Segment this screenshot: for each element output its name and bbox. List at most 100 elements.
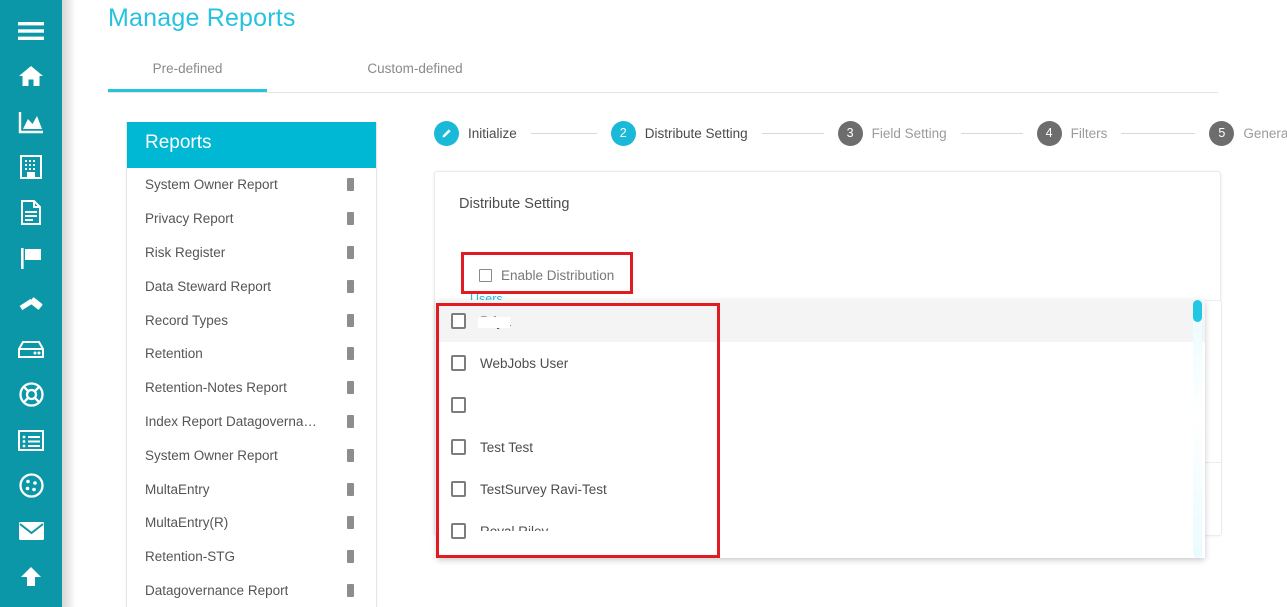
wizard-step-label: Filters [1070, 125, 1108, 141]
wizard-step-initialize[interactable]: Initialize [434, 120, 517, 146]
wizard-step-connector [1121, 132, 1196, 134]
user-list-item[interactable]: Priya [437, 300, 1205, 342]
reports-list-title: Reports [127, 122, 376, 168]
wizard-step-label: Distribute Setting [644, 125, 748, 141]
report-item-label: Record Types [145, 312, 229, 328]
wizard-step-number: 4 [1036, 120, 1062, 146]
user-list-item[interactable]: Royal Riley [437, 510, 1205, 552]
wizard-step-filters[interactable]: 4 Filters [1036, 120, 1108, 146]
report-list-item[interactable]: System Owner Report [127, 438, 376, 472]
user-name-label: Royal Riley [476, 523, 553, 545]
envelope-icon[interactable] [0, 509, 62, 555]
trash-icon[interactable] [347, 583, 354, 597]
user-checkbox[interactable] [451, 523, 466, 539]
report-list-item[interactable]: Retention-Notes Report [127, 371, 376, 405]
home-icon[interactable] [0, 54, 62, 100]
cookie-icon[interactable] [0, 463, 62, 509]
report-item-label: Retention-Notes Report [145, 380, 287, 396]
tab-custom-defined[interactable]: Custom-defined [335, 58, 495, 92]
report-list-item[interactable]: Retention-STG [127, 540, 376, 574]
user-checkbox[interactable] [451, 397, 466, 413]
trash-icon[interactable] [347, 178, 354, 192]
archive-icon[interactable] [0, 327, 62, 373]
user-name-label: Priya [478, 313, 511, 329]
report-item-label: Privacy Report [145, 211, 234, 227]
report-list-item[interactable]: Index Report Datagoverna… [127, 405, 376, 439]
wizard-step-distribute-setting[interactable]: 2 Distribute Setting [610, 120, 748, 146]
report-item-label: Retention-STG [145, 549, 236, 565]
enable-distribution-row[interactable]: Enable Distribution [479, 268, 614, 283]
report-item-label: Data Steward Report [145, 278, 272, 294]
tab-pre-defined[interactable]: Pre-defined [108, 58, 267, 92]
report-item-label: MultaEntry [145, 481, 210, 497]
trash-icon[interactable] [347, 212, 354, 226]
report-list-item[interactable]: Data Steward Report [127, 269, 376, 303]
report-list-item[interactable]: Retention [127, 337, 376, 371]
rail-shadow [62, 0, 76, 607]
trash-icon[interactable] [347, 414, 354, 428]
trash-icon[interactable] [347, 313, 354, 327]
wizard-step-label: Field Setting [871, 125, 947, 141]
enable-distribution-checkbox[interactable] [479, 269, 492, 282]
lifebuoy-icon[interactable] [0, 372, 62, 418]
user-checkbox[interactable] [451, 313, 466, 329]
users-dropdown-scrollbar-thumb[interactable] [1193, 300, 1202, 322]
panel-title: Distribute Setting [459, 196, 570, 212]
report-item-label: Datagovernance Report [145, 582, 289, 598]
document-icon[interactable] [0, 190, 62, 236]
wizard-step-number: 5 [1209, 120, 1235, 146]
reports-list: System Owner Report Privacy Report Risk Re… [127, 168, 376, 607]
report-item-label: MultaEntry(R) [145, 515, 229, 531]
left-nav-rail [0, 0, 62, 607]
users-dropdown-scrollbar-track[interactable] [1193, 300, 1202, 558]
trash-icon[interactable] [347, 550, 354, 564]
wizard-step-number: 3 [837, 120, 863, 146]
report-item-label: Risk Register [145, 244, 226, 260]
flag-icon[interactable] [0, 236, 62, 282]
page-title: Manage Reports [108, 4, 296, 32]
wizard-step-connector [960, 132, 1023, 134]
user-name-label: WebJobs User [480, 355, 569, 371]
user-name-label: Test Test [480, 439, 534, 455]
report-list-item[interactable]: Record Types [127, 303, 376, 337]
report-list-item[interactable]: MultaEntry(R) [127, 506, 376, 540]
building-icon[interactable] [0, 145, 62, 191]
chart-area-icon[interactable] [0, 99, 62, 145]
user-list-item[interactable]: TestSurvey Ravi-Test [437, 468, 1205, 510]
report-list-item[interactable]: Privacy Report [127, 202, 376, 236]
wizard-step-label: Generate [1243, 125, 1287, 141]
user-checkbox[interactable] [451, 481, 466, 497]
report-item-label: System Owner Report [145, 447, 278, 463]
wizard-step-connector [530, 132, 597, 134]
trash-icon[interactable] [347, 516, 354, 530]
gavel-icon[interactable] [0, 281, 62, 327]
wizard-step-generate[interactable]: 5 Generate [1209, 120, 1287, 146]
report-list-item[interactable]: Datagovernance Report [127, 574, 376, 607]
list-card-icon[interactable] [0, 418, 62, 464]
user-list-item[interactable]: WebJobs User [437, 342, 1205, 384]
upload-icon[interactable] [0, 554, 62, 600]
report-item-label: Retention [145, 346, 203, 362]
trash-icon[interactable] [347, 448, 354, 462]
report-list-item[interactable]: MultaEntry [127, 472, 376, 506]
report-list-item[interactable]: Risk Register [127, 236, 376, 270]
trash-icon[interactable] [347, 347, 354, 361]
menu-icon[interactable] [0, 8, 62, 54]
report-list-item[interactable]: System Owner Report [127, 168, 376, 202]
app-root: Manage Reports Pre-defined Custom-define… [0, 0, 1287, 607]
trash-icon[interactable] [347, 245, 354, 259]
trash-icon[interactable] [347, 279, 354, 293]
pencil-icon [434, 120, 459, 146]
user-checkbox[interactable] [451, 439, 466, 455]
trash-icon[interactable] [347, 482, 354, 496]
users-dropdown[interactable]: Priya WebJobs User Test Test TestSurvey Rav… [437, 300, 1205, 558]
user-list-item[interactable]: Test Test [437, 426, 1205, 468]
users-dropdown-list: Priya WebJobs User Test Test TestSurvey Rav… [437, 300, 1205, 552]
wizard-step-label: Initialize [468, 125, 517, 141]
wizard-step-field-setting[interactable]: 3 Field Setting [837, 120, 947, 146]
user-checkbox[interactable] [451, 355, 466, 371]
report-item-label: System Owner Report [145, 177, 278, 193]
trash-icon[interactable] [347, 381, 354, 395]
wizard-step-number: 2 [610, 120, 636, 146]
user-list-item[interactable] [437, 384, 1205, 426]
